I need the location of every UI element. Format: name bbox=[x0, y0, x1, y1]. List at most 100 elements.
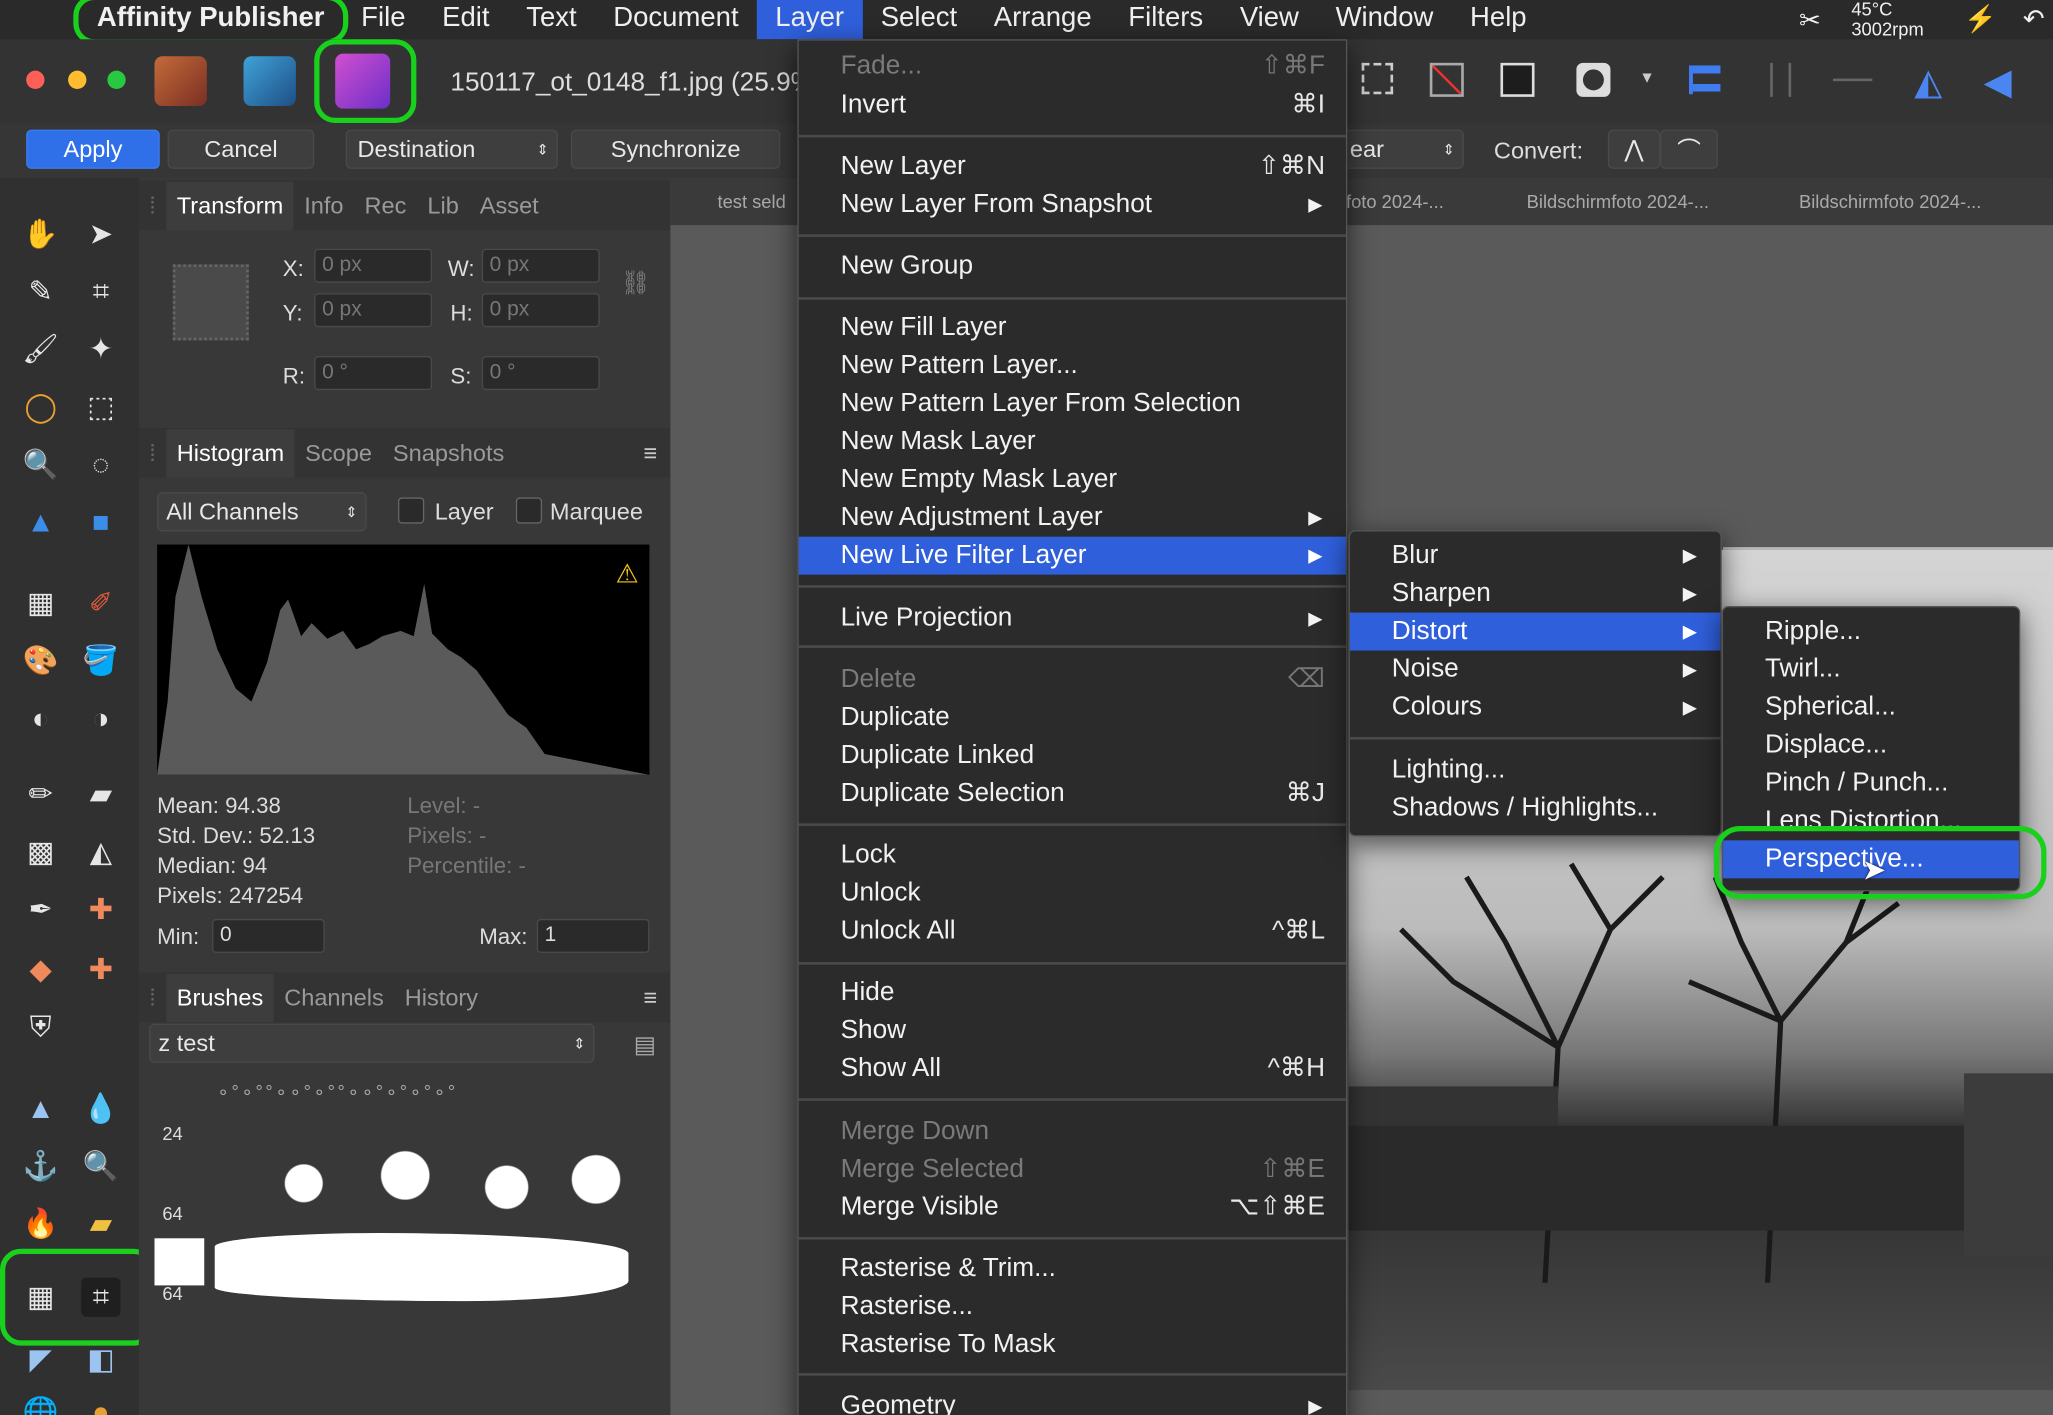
tab-histogram[interactable]: Histogram bbox=[166, 428, 295, 478]
menu-item-lock[interactable]: Lock bbox=[799, 836, 1346, 874]
color-replace-icon[interactable]: 🎨 bbox=[21, 641, 60, 680]
crop-icon[interactable]: ⌗ bbox=[81, 272, 120, 311]
align-left-icon[interactable] bbox=[1689, 65, 1721, 95]
burn-icon[interactable]: ✒ bbox=[21, 890, 60, 929]
menu-item-new-pattern-layer[interactable]: New Pattern Layer... bbox=[799, 347, 1346, 385]
menu-item-ripple[interactable]: Ripple... bbox=[1723, 613, 2019, 651]
menu-item-lighting[interactable]: Lighting... bbox=[1350, 751, 1721, 789]
align-center-icon[interactable] bbox=[1770, 62, 1792, 97]
warning-icon[interactable]: ⚠ bbox=[615, 558, 638, 591]
chevron-down-icon[interactable]: ▼ bbox=[1639, 68, 1655, 86]
pen-icon[interactable]: ▲ bbox=[21, 503, 60, 542]
x-field[interactable]: 0 px bbox=[314, 248, 433, 283]
menu-item-new-group[interactable]: New Group bbox=[799, 247, 1346, 285]
publisher-persona-icon[interactable] bbox=[154, 56, 207, 107]
brush-preview-wave[interactable] bbox=[214, 1233, 629, 1302]
bolt-icon[interactable]: ⚡ bbox=[1964, 3, 1997, 36]
erase-icon[interactable]: ▰ bbox=[81, 775, 120, 814]
invert-selection-icon[interactable] bbox=[1500, 62, 1535, 97]
zoom-tool-icon[interactable]: 🔍 bbox=[81, 1147, 120, 1186]
blur-drop-icon[interactable]: 💧 bbox=[81, 1089, 120, 1128]
menu-item-distort[interactable]: Distort ▶ bbox=[1349, 612, 1721, 651]
move-icon[interactable]: ➤ bbox=[81, 215, 120, 254]
menu-item-show[interactable]: Show bbox=[799, 1012, 1346, 1050]
tab-brushes[interactable]: Brushes bbox=[166, 973, 274, 1022]
list-view-icon[interactable]: ▤ bbox=[634, 1031, 656, 1058]
marquee-checkbox[interactable] bbox=[515, 497, 543, 524]
magic-wand-icon[interactable]: ✦ bbox=[81, 330, 120, 369]
menu-text[interactable]: Text bbox=[508, 0, 595, 39]
menu-item-new-layer-from-snapshot[interactable]: New Layer From Snapshot ▶ bbox=[799, 186, 1346, 224]
menu-item-displace[interactable]: Displace... bbox=[1723, 726, 2019, 764]
menu-item-show-all[interactable]: Show All ^⌘H bbox=[799, 1050, 1346, 1088]
menu-filters[interactable]: Filters bbox=[1110, 0, 1222, 39]
rectangle-icon[interactable]: ■ bbox=[81, 503, 120, 542]
min-field[interactable]: 0 bbox=[212, 918, 325, 953]
scissors-icon[interactable]: ✂ bbox=[1799, 4, 1821, 37]
menu-item-colours[interactable]: Colours ▶ bbox=[1350, 689, 1721, 727]
paint-brush-icon[interactable]: ✐ bbox=[81, 584, 120, 623]
photo-persona-icon[interactable] bbox=[335, 53, 391, 109]
tab-asset[interactable]: Asset bbox=[469, 192, 549, 219]
zoom-icon[interactable]: 🔍 bbox=[21, 445, 60, 484]
brush-preview-circles[interactable] bbox=[222, 1144, 629, 1223]
burn-flame-icon[interactable]: 🔥 bbox=[21, 1204, 60, 1243]
minimize-window-button[interactable] bbox=[68, 70, 87, 90]
mask-icon[interactable] bbox=[1576, 62, 1611, 97]
background-erase-icon[interactable]: ▩ bbox=[21, 833, 60, 872]
tab-history[interactable]: History bbox=[394, 984, 488, 1011]
color-picker-icon[interactable]: ✎ bbox=[21, 272, 60, 311]
brush-thumb-square[interactable] bbox=[154, 1238, 205, 1286]
ellipse-marquee-icon[interactable]: ◌ bbox=[81, 445, 120, 484]
menu-item-new-pattern-layer-from-selection[interactable]: New Pattern Layer From Selection bbox=[799, 385, 1346, 423]
healing-icon[interactable]: ✚ bbox=[81, 890, 120, 929]
menu-item-new-adjustment-layer[interactable]: New Adjustment Layer ▶ bbox=[799, 499, 1346, 537]
menu-item-new-mask-layer[interactable]: New Mask Layer bbox=[799, 423, 1346, 461]
menu-item-sharpen[interactable]: Sharpen ▶ bbox=[1350, 575, 1721, 613]
menu-item-spherical[interactable]: Spherical... bbox=[1723, 689, 2019, 727]
tab-channels[interactable]: Channels bbox=[274, 984, 395, 1011]
lasso-icon[interactable]: ◯ bbox=[21, 387, 60, 426]
mesh-warp-icon[interactable]: ⌗ bbox=[81, 1277, 121, 1317]
menu-arrange[interactable]: Arrange bbox=[975, 0, 1109, 39]
zoom-window-button[interactable] bbox=[107, 70, 126, 90]
menu-item-shadows-highlights[interactable]: Shadows / Highlights... bbox=[1350, 789, 1721, 827]
h-field[interactable]: 0 px bbox=[481, 293, 600, 328]
no-selection-icon[interactable] bbox=[1429, 62, 1464, 97]
panel-menu-icon[interactable]: ≡ bbox=[633, 984, 670, 1011]
globe-icon[interactable]: 🌐 bbox=[21, 1393, 60, 1415]
blemish-icon[interactable]: ✚ bbox=[81, 950, 120, 989]
layer-checkbox[interactable] bbox=[398, 497, 425, 524]
menu-item-rasterise-trim[interactable]: Rasterise & Trim... bbox=[799, 1250, 1346, 1288]
tab-transform[interactable]: Transform bbox=[166, 181, 294, 230]
tab-snapshots[interactable]: Snapshots bbox=[382, 439, 514, 466]
destination-select[interactable]: Destination ⇕ bbox=[345, 129, 558, 169]
apple-menu-icon[interactable] bbox=[0, 0, 79, 39]
tab-rec[interactable]: Rec bbox=[354, 192, 417, 219]
shear-field[interactable]: 0 ° bbox=[481, 356, 600, 391]
menu-item-merge-visible[interactable]: Merge Visible ⌥⇧⌘E bbox=[799, 1189, 1346, 1227]
doc-tab[interactable]: Bildschirmfoto 2024-... bbox=[1799, 191, 1981, 212]
menu-item-new-empty-mask-layer[interactable]: New Empty Mask Layer bbox=[799, 461, 1346, 499]
menu-item-duplicate[interactable]: Duplicate bbox=[799, 699, 1346, 737]
sponge-icon[interactable]: ▰ bbox=[81, 1204, 120, 1243]
patch-icon[interactable]: ◆ bbox=[21, 950, 60, 989]
marquee-icon[interactable] bbox=[1361, 62, 1394, 95]
menu-item-new-fill-layer[interactable]: New Fill Layer bbox=[799, 309, 1346, 347]
perspective-tool-icon[interactable]: ▦ bbox=[21, 1278, 60, 1317]
menu-window[interactable]: Window bbox=[1317, 0, 1451, 39]
menu-item-unlock[interactable]: Unlock bbox=[799, 874, 1346, 912]
paint-mixer-icon[interactable]: ◑ bbox=[81, 699, 120, 738]
menu-item-duplicate-linked[interactable]: Duplicate Linked bbox=[799, 737, 1346, 775]
menu-select[interactable]: Select bbox=[862, 0, 975, 39]
flood-erase-icon[interactable]: ◭ bbox=[81, 833, 120, 872]
rect-marquee-icon[interactable]: ⬚ bbox=[81, 387, 120, 426]
sharp-node-icon[interactable]: ⋀ bbox=[1607, 129, 1661, 169]
flip-vertical-icon[interactable]: ◀ bbox=[1984, 60, 2012, 103]
max-field[interactable]: 1 bbox=[536, 918, 650, 953]
y-field[interactable]: 0 px bbox=[314, 293, 433, 328]
distribute-icon[interactable] bbox=[1833, 78, 1873, 82]
anchor-grid-icon[interactable] bbox=[172, 264, 249, 341]
menu-item-new-layer[interactable]: New Layer ⇧⌘N bbox=[799, 148, 1346, 186]
mode-select[interactable]: ear ⇕ bbox=[1343, 129, 1464, 169]
